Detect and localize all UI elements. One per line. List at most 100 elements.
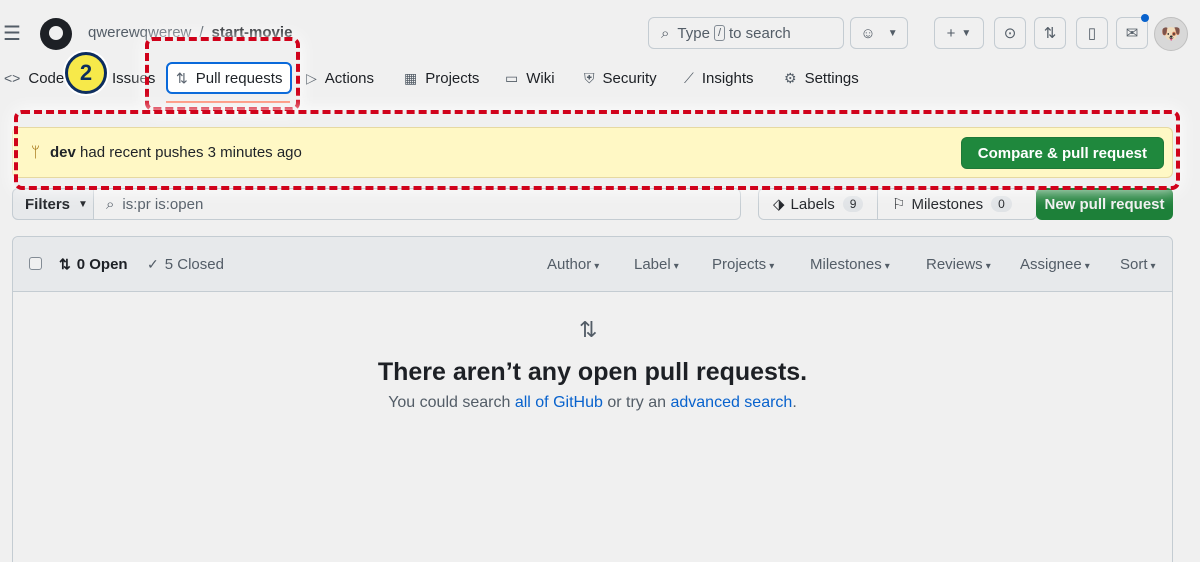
assignee-filter[interactable]: Assignee ▾ bbox=[1020, 256, 1090, 273]
global-header: ☰ qwerewqwerew / start-movie ⌕ Type / to s… bbox=[0, 0, 1200, 62]
table-icon: ▦ bbox=[404, 69, 418, 86]
notification-dot bbox=[1141, 14, 1149, 22]
play-icon: ▷ bbox=[306, 69, 317, 86]
filter-row: Filters ▼ ⌕ is:pr is:open ⬗ Labels 9 ⚐ Milest… bbox=[12, 188, 1173, 220]
closed-count: 5 Closed bbox=[164, 256, 224, 273]
reviews-label: Reviews bbox=[926, 256, 983, 273]
repo-icon: ▯ bbox=[1087, 25, 1097, 42]
sort-filter[interactable]: Sort ▾ bbox=[1120, 256, 1156, 273]
gear-icon: ⚙ bbox=[784, 69, 797, 86]
search-placeholder-before: Type bbox=[677, 24, 710, 42]
tab-pull-requests[interactable]: ⇅ Pull requests bbox=[166, 62, 293, 94]
tab-label: Wiki bbox=[526, 69, 555, 87]
create-new-button[interactable]: + ▼ bbox=[934, 17, 984, 49]
copilot-button[interactable]: ☺ ▼ bbox=[850, 17, 908, 49]
milestones-button[interactable]: ⚐ Milestones 0 bbox=[877, 188, 1037, 220]
filters-label: Filters bbox=[25, 195, 71, 213]
graph-icon: ⟋ bbox=[684, 69, 694, 86]
tab-label: Security bbox=[602, 69, 657, 87]
pull-requests-button[interactable]: ⇅ bbox=[1034, 17, 1066, 49]
tab-label: Pull requests bbox=[195, 69, 283, 87]
filter-search-input[interactable]: ⌕ is:pr is:open bbox=[93, 188, 741, 220]
copilot-icon: ☺ bbox=[860, 24, 876, 42]
repo-link[interactable]: start-movie bbox=[212, 24, 293, 41]
tab-issues[interactable]: Issues bbox=[112, 62, 155, 94]
repositories-button[interactable]: ▯ bbox=[1076, 17, 1108, 49]
git-pull-request-icon: ⇅ bbox=[176, 69, 188, 86]
chevron-down-icon: ▼ bbox=[887, 27, 898, 39]
open-filter[interactable]: ⇅ 0 Open bbox=[59, 256, 128, 273]
search-shortcut-key: / bbox=[713, 25, 725, 41]
repo-nav: <> Code Issues ⇅ Pull requests ▷ Actions ▦ P… bbox=[0, 62, 1200, 102]
caret-down-icon: ▾ bbox=[594, 261, 600, 272]
branch-name[interactable]: dev bbox=[50, 144, 76, 161]
blankslate-text-3: . bbox=[792, 394, 797, 411]
author-label: Author bbox=[547, 256, 592, 273]
projects-filter[interactable]: Projects ▾ bbox=[712, 256, 774, 273]
git-pull-request-icon: ⇅ bbox=[59, 256, 71, 272]
milestone-icon: ⚐ bbox=[892, 196, 906, 213]
recent-push-banner: ᛘ dev had recent pushes 3 minutes ago Co… bbox=[12, 127, 1173, 178]
avatar[interactable]: 🐶 bbox=[1154, 17, 1188, 51]
caret-down-icon: ▾ bbox=[1084, 261, 1090, 272]
blankslate-title: There aren’t any open pull requests. bbox=[377, 358, 808, 386]
plus-icon: + bbox=[946, 24, 956, 42]
tab-code[interactable]: <> Code bbox=[4, 62, 64, 94]
tab-insights[interactable]: ⟋ Insights bbox=[684, 62, 754, 94]
label-label: Label bbox=[634, 256, 671, 273]
caret-down-icon: ▾ bbox=[1150, 261, 1156, 272]
issue-opened-icon: ⊙ bbox=[1003, 25, 1017, 42]
issues-button[interactable]: ⊙ bbox=[994, 17, 1026, 49]
all-github-link[interactable]: all of GitHub bbox=[515, 394, 603, 411]
blankslate-text-2: or try an bbox=[607, 394, 667, 411]
labels-button[interactable]: ⬗ Labels 9 bbox=[758, 188, 878, 220]
compare-pull-request-button[interactable]: Compare & pull request bbox=[960, 137, 1164, 169]
select-all-checkbox[interactable] bbox=[29, 257, 42, 270]
closed-filter[interactable]: ✓ 5 Closed bbox=[147, 256, 224, 273]
milestones-label: Milestones bbox=[911, 195, 984, 213]
search-placeholder-after: to search bbox=[729, 24, 791, 42]
git-pull-request-icon: ⇅ bbox=[1043, 25, 1057, 42]
tab-label: Projects bbox=[425, 69, 480, 87]
tab-label: Issues bbox=[112, 69, 156, 87]
tab-security[interactable]: ⛨ Security bbox=[584, 62, 657, 94]
tab-wiki[interactable]: ▭ Wiki bbox=[505, 62, 555, 94]
hamburger-menu-icon[interactable]: ☰ bbox=[0, 18, 24, 48]
sort-label: Sort bbox=[1120, 256, 1148, 273]
git-branch-icon: ᛘ bbox=[31, 144, 41, 161]
shield-icon: ⛨ bbox=[584, 69, 595, 86]
caret-down-icon: ▾ bbox=[884, 261, 890, 272]
tab-settings[interactable]: ⚙ Settings bbox=[784, 62, 859, 94]
author-filter[interactable]: Author ▾ bbox=[547, 256, 599, 273]
caret-down-icon: ▾ bbox=[985, 261, 991, 272]
chevron-down-icon: ▼ bbox=[961, 27, 972, 39]
labels-label: Labels bbox=[790, 195, 835, 213]
reviews-filter[interactable]: Reviews ▾ bbox=[926, 256, 991, 273]
active-tab-underline bbox=[166, 101, 290, 103]
caret-down-icon: ▾ bbox=[769, 261, 775, 272]
milestones-count: 0 bbox=[991, 196, 1012, 212]
blankslate-description: You could search all of GitHub or try an… bbox=[13, 394, 1172, 412]
search-icon: ⌕ bbox=[106, 195, 115, 213]
tab-actions[interactable]: ▷ Actions bbox=[306, 62, 374, 94]
tab-label: Insights bbox=[701, 69, 754, 87]
new-pull-request-button[interactable]: New pull request bbox=[1036, 188, 1173, 220]
filter-query: is:pr is:open bbox=[122, 195, 204, 213]
blankslate-text-1: You could search bbox=[388, 394, 511, 411]
caret-down-icon: ▾ bbox=[673, 261, 679, 272]
advanced-search-link[interactable]: advanced search bbox=[670, 394, 792, 411]
github-logo-icon[interactable] bbox=[40, 18, 72, 50]
milestones-filter[interactable]: Milestones ▾ bbox=[810, 256, 890, 273]
git-pull-request-icon: ⇅ bbox=[579, 317, 598, 342]
step-badge: 2 bbox=[65, 52, 107, 94]
tab-label: Settings bbox=[804, 69, 859, 87]
owner-link[interactable]: qwerewqwerew bbox=[88, 24, 191, 41]
global-search[interactable]: ⌕ Type / to search bbox=[648, 17, 844, 49]
label-filter[interactable]: Label ▾ bbox=[634, 256, 679, 273]
book-icon: ▭ bbox=[505, 69, 519, 86]
recent-push-text: had recent pushes 3 minutes ago bbox=[80, 144, 302, 161]
tab-projects[interactable]: ▦ Projects bbox=[404, 62, 479, 94]
filters-button[interactable]: Filters ▼ bbox=[12, 188, 94, 220]
open-count: 0 Open bbox=[76, 256, 128, 273]
tab-label: Actions bbox=[324, 69, 374, 87]
